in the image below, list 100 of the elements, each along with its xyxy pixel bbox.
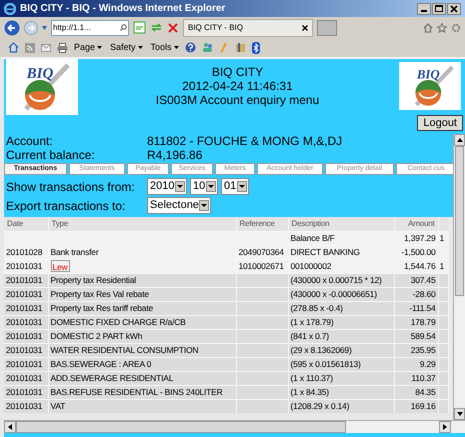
window-title: BIQ CITY - BIQ - Windows Internet Explorer xyxy=(20,2,226,16)
table-cell: (841 x 0.7) xyxy=(290,330,329,340)
home-icon[interactable] xyxy=(8,42,19,53)
table-cell: 20101031 xyxy=(6,316,42,326)
table-cell: 20101031 xyxy=(6,288,42,298)
table-cell: (29 x 8.1362069) xyxy=(290,344,352,354)
table-cell: 20101031 xyxy=(6,330,42,340)
table-cell: (430000 x 0.000715 * 12) xyxy=(290,274,382,284)
caret-icon xyxy=(201,204,207,207)
tools-icon[interactable] xyxy=(234,42,246,53)
header-text: 2012-04-24 11:46:31 xyxy=(182,79,293,93)
dropdown[interactable]: 10 xyxy=(190,178,218,195)
command-menu-button[interactable]: Page xyxy=(74,40,102,54)
logout-button[interactable]: Logout xyxy=(417,115,463,131)
arrow-right-icon[interactable] xyxy=(443,424,447,430)
type-link[interactable]: Lew xyxy=(50,260,70,272)
dropdown[interactable]: 01 xyxy=(221,178,249,195)
table-cell: Property tax Residential xyxy=(50,274,136,284)
table-cell: 20101031 xyxy=(6,372,42,382)
compatibility-icon[interactable] xyxy=(133,21,146,34)
table-cell: 178.79 xyxy=(410,316,436,326)
header-text: BIQ CITY xyxy=(212,65,264,79)
table-cell: 1,544.76 xyxy=(404,260,436,270)
command-menu-button[interactable]: Safety xyxy=(110,40,143,54)
command-menu-button[interactable]: Tools xyxy=(150,40,179,54)
dropdown-arrow-icon[interactable] xyxy=(42,26,47,30)
search-icon[interactable] xyxy=(120,24,127,31)
table-cell: Bank transfer xyxy=(50,246,98,256)
caret-icon xyxy=(208,185,214,188)
arrow-up-icon[interactable] xyxy=(456,138,462,142)
table-cell: WATER RESIDENTIAL CONSUMPTION xyxy=(50,344,198,354)
star-icon[interactable] xyxy=(437,22,447,32)
maximize-button[interactable] xyxy=(432,2,446,14)
caret-icon xyxy=(138,46,143,49)
dropdown[interactable]: Selectone xyxy=(147,197,211,214)
city-logo: BIQ xyxy=(6,59,78,115)
table-cell: 589.54 xyxy=(410,330,436,340)
table-cell: -111.54 xyxy=(409,302,436,312)
browser-logo-icon xyxy=(4,2,16,14)
caret-icon xyxy=(97,46,102,49)
table-cell: 20101031 xyxy=(6,400,42,411)
table-cell: BAS.REFUSE RESIDENTIAL - BINS 240LITER xyxy=(50,386,223,396)
table-cell: BAS.SEWERAGE : AREA 0 xyxy=(50,358,152,368)
table-cell: 001000002 xyxy=(290,260,332,270)
minimize-button[interactable] xyxy=(417,2,431,14)
table-cell: 20101031 xyxy=(6,274,42,284)
browser-tab[interactable]: BIQ CITY - BIQ xyxy=(183,18,313,36)
table-cell: 20101031 xyxy=(6,302,42,312)
help-icon[interactable] xyxy=(184,42,196,53)
close-icon[interactable] xyxy=(302,24,308,30)
table-cell: 9.29 xyxy=(420,358,436,368)
table-cell: 84.35 xyxy=(415,386,436,396)
table-cell: DOMESTIC FIXED CHARGE R/a/CB xyxy=(50,316,186,326)
new-tab-button[interactable] xyxy=(317,20,337,36)
close-button[interactable] xyxy=(447,2,461,14)
table-cell: 169.16 xyxy=(410,400,436,411)
field-label: Account: xyxy=(6,134,54,148)
table-cell: 20101031 xyxy=(6,358,42,368)
caret-icon xyxy=(177,185,183,188)
table-cell: (595 x 0.01561813) xyxy=(290,358,361,368)
export-transactions-label: Export transactions to: xyxy=(6,198,126,214)
field-value: R4,196.86 xyxy=(147,148,202,162)
bluetooth-icon[interactable] xyxy=(252,42,260,54)
dropdown[interactable]: 2010 xyxy=(147,178,187,195)
table-cell: DOMESTIC 2 PART kWh xyxy=(50,330,142,340)
table-cell: 1,397.29 xyxy=(404,232,436,242)
arrow-left-icon[interactable] xyxy=(8,424,12,430)
people-icon[interactable] xyxy=(202,42,213,53)
table-cell: -28.60 xyxy=(412,288,436,298)
table-cell: (1208.29 x 0.14) xyxy=(290,400,350,411)
stop-icon[interactable] xyxy=(167,22,179,34)
table-cell: DIRECT BANKING xyxy=(290,246,360,256)
field-label: Current balance: xyxy=(6,148,96,162)
feeds-icon[interactable] xyxy=(25,42,35,52)
settings-icon[interactable] xyxy=(451,22,461,32)
home-icon[interactable] xyxy=(423,22,433,32)
mail-icon[interactable] xyxy=(41,44,51,52)
table-cell: 20101031 xyxy=(6,386,42,396)
caret-icon xyxy=(239,185,245,188)
address-field[interactable]: http://1.1... xyxy=(51,20,129,36)
table-cell: (1 x 110.37) xyxy=(290,372,333,382)
table-cell: 2049070364 xyxy=(238,246,284,256)
table-cell: Balance B/F xyxy=(290,232,335,242)
table-cell: (430000 x -0.00006651) xyxy=(290,288,377,298)
field-value: 811802 - FOUCHE & MONG M,&,DJ xyxy=(147,134,342,148)
header-text: IS003M Account enquiry menu xyxy=(156,93,320,107)
back-icon[interactable] xyxy=(4,20,20,36)
table-cell: VAT xyxy=(50,400,66,411)
table-cell: 20101031 xyxy=(6,260,42,270)
vertical-scrollbar[interactable] xyxy=(453,134,465,420)
table-cell: (1 x 84.35) xyxy=(290,386,329,396)
table-cell: 1010002671 xyxy=(238,260,284,270)
close-icon xyxy=(450,4,458,12)
horizontal-scrollbar[interactable] xyxy=(4,420,465,433)
forward-icon[interactable] xyxy=(24,20,38,34)
arrow-down-icon[interactable] xyxy=(456,412,462,416)
print-icon[interactable] xyxy=(57,42,68,52)
table-cell: 20101031 xyxy=(6,344,42,354)
table-cell: ADD.SEWERAGE RESIDENTIAL xyxy=(50,372,174,382)
table-cell: Property tax Res Val rebate xyxy=(50,288,149,298)
